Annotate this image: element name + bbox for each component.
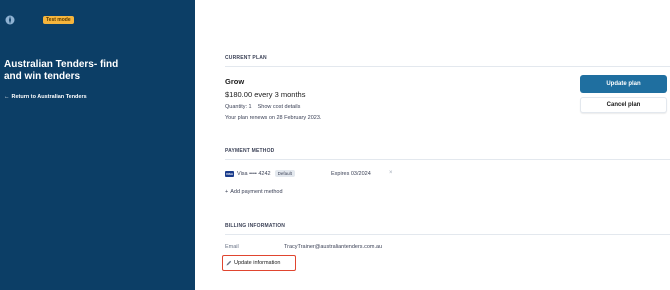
card-expiry: Expires 03/2024 xyxy=(331,171,371,177)
divider xyxy=(225,159,670,160)
payment-method-row: VISA Visa •••• 4242 Default xyxy=(225,170,295,177)
brand-row: Test mode xyxy=(5,15,74,25)
plus-icon: + xyxy=(225,189,229,195)
update-information-label: Update information xyxy=(234,260,281,266)
default-badge: Default xyxy=(274,170,295,177)
plan-price: $180.00 every 3 months xyxy=(225,90,306,99)
main-content: CURRENT PLAN Grow $180.00 every 3 months… xyxy=(195,0,670,290)
visa-card-icon: VISA xyxy=(225,170,234,177)
current-plan-heading: CURRENT PLAN xyxy=(225,55,267,61)
add-payment-method-link[interactable]: + Add payment method xyxy=(225,189,283,195)
billing-information-heading: BILLING INFORMATION xyxy=(225,223,286,229)
test-mode-badge: Test mode xyxy=(43,16,74,24)
pencil-icon xyxy=(226,260,232,266)
arrow-left-icon: ← xyxy=(4,94,10,100)
plan-name: Grow xyxy=(225,77,245,86)
payment-method-heading: PAYMENT METHOD xyxy=(225,148,275,154)
update-information-link[interactable]: Update information xyxy=(222,255,296,271)
plan-renewal-text: Your plan renews on 28 February 2023. xyxy=(225,115,322,121)
email-value: TracyTrainer@australiantenders.com.au xyxy=(284,244,383,250)
merchant-title: Australian Tenders- find and win tenders xyxy=(4,59,119,82)
email-label: Email xyxy=(225,244,239,250)
return-link[interactable]: ← Return to Australian Tenders xyxy=(4,94,87,100)
plan-meta: Quantity: 1 Show cost details xyxy=(225,104,300,110)
plan-quantity: Quantity: 1 xyxy=(225,104,252,110)
cancel-plan-button[interactable]: Cancel plan xyxy=(580,97,667,113)
divider xyxy=(225,234,670,235)
divider xyxy=(225,66,670,67)
card-number: Visa •••• 4242 xyxy=(237,170,271,177)
add-payment-method-label: Add payment method xyxy=(230,189,283,195)
show-cost-details-link[interactable]: Show cost details xyxy=(258,104,301,110)
sidebar: Test mode Australian Tenders- find and w… xyxy=(0,0,195,290)
return-link-label: Return to Australian Tenders xyxy=(11,94,87,100)
remove-card-icon[interactable]: × xyxy=(389,170,393,176)
update-plan-button[interactable]: Update plan xyxy=(580,75,667,93)
brand-logo-icon xyxy=(5,15,15,25)
